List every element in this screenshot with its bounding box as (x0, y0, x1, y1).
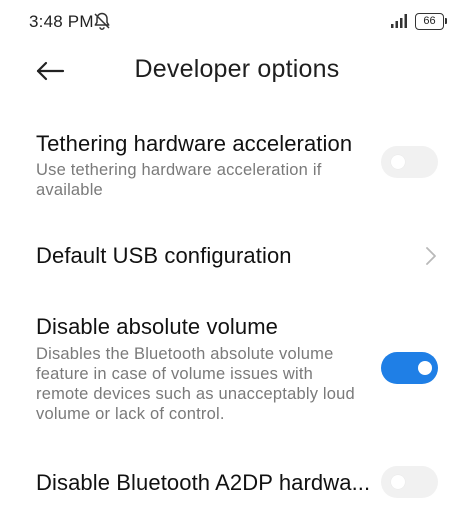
setting-tethering-hardware-acceleration[interactable]: Tethering hardware acceleration Use teth… (0, 118, 474, 210)
setting-title: Disable absolute volume (36, 314, 278, 339)
setting-title: Tethering hardware acceleration (36, 131, 353, 156)
toggle-knob (418, 361, 432, 375)
toggle-knob (391, 155, 405, 169)
chevron-right-icon (426, 247, 436, 265)
setting-description: Disables the Bluetooth absolute volume f… (36, 344, 376, 424)
setting-default-usb-configuration[interactable]: Default USB configuration (0, 222, 474, 292)
battery-icon: 66 (415, 13, 447, 30)
setting-description-line: Disables the Bluetooth absolute volume (36, 345, 334, 363)
page-title: Developer options (134, 55, 340, 83)
setting-description: Use tethering hardware acceleration if a… (36, 160, 376, 200)
a2dp-hardware-toggle[interactable] (381, 466, 438, 498)
developer-options-screen: 3:48 PM 66 Developer options Tethering h… (0, 0, 474, 518)
setting-description-line: volume or lack of control. (36, 405, 225, 423)
status-bar: 3:48 PM 66 (0, 0, 474, 44)
absolute-volume-toggle[interactable] (381, 352, 438, 384)
setting-description-line: available (36, 181, 103, 199)
toggle-knob (391, 475, 405, 489)
setting-title: Default USB configuration (36, 243, 292, 268)
battery-level: 66 (423, 15, 436, 27)
setting-disable-absolute-volume[interactable]: Disable absolute volume Disables the Blu… (0, 300, 474, 440)
bell-off-icon (94, 12, 110, 30)
tethering-acceleration-toggle[interactable] (381, 146, 438, 178)
setting-description-line: remote devices such as unacceptably loud (36, 385, 355, 403)
status-time: 3:48 PM (29, 12, 94, 31)
signal-icon (391, 14, 407, 28)
setting-description-line: Use tethering hardware acceleration if (36, 161, 322, 179)
setting-disable-bluetooth-a2dp-hardware[interactable]: Disable Bluetooth A2DP hardwa... (0, 452, 474, 518)
setting-title: Disable Bluetooth A2DP hardwa... (36, 470, 371, 495)
setting-description-line: feature in case of volume issues with (36, 365, 314, 383)
